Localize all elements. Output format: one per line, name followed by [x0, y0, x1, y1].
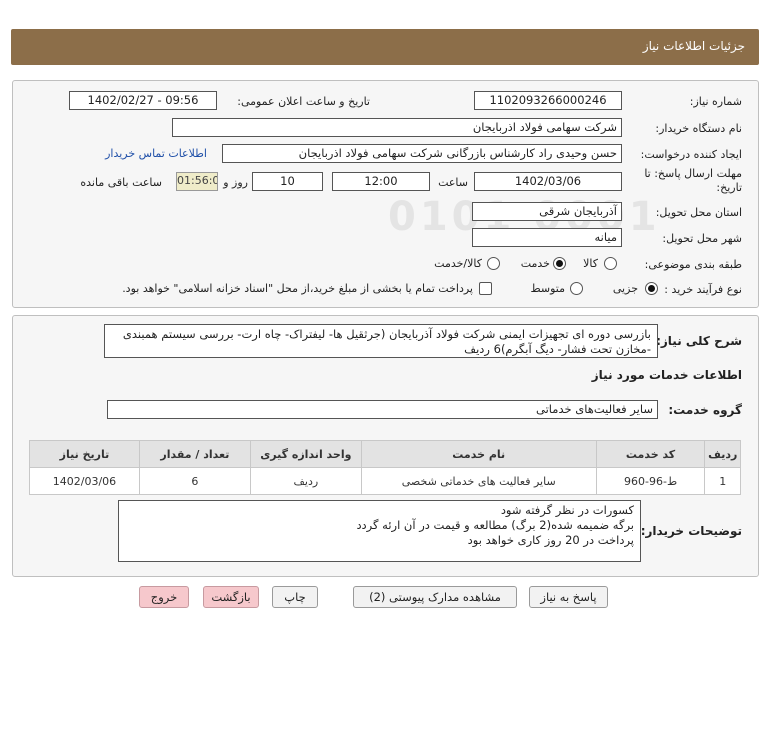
treasury-payment-note: پرداخت تمام یا بخشی از مبلغ خرید،از محل …: [122, 282, 473, 295]
deadline-time-field[interactable]: 12:00: [332, 172, 430, 191]
announce-datetime-field[interactable]: 1402/02/27 - 09:56: [69, 91, 217, 110]
process-radio-medium[interactable]: [570, 282, 583, 295]
remaining-time-field: 01:56:00: [176, 172, 218, 191]
buyer-note-line: برگه ضمیمه شده(2 برگ) مطالعه و قیمت در آ…: [356, 518, 634, 532]
service-group-field[interactable]: سایر فعالیت‌های خدماتی: [107, 400, 658, 419]
category-radio-goods-service[interactable]: [487, 257, 500, 270]
print-button[interactable]: چاپ: [272, 586, 318, 608]
category-option-goods: کالا: [583, 257, 598, 270]
col-need-date: تاریخ نیاز: [29, 440, 140, 468]
cell-service-code: ط-96-960: [595, 467, 706, 495]
creator-field[interactable]: حسن وحیدی راد کارشناس بازرگانی شرکت سهام…: [222, 144, 622, 163]
page-title: جزئیات اطلاعات نیاز: [642, 39, 745, 53]
page-header: جزئیات اطلاعات نیاز: [11, 29, 759, 65]
cell-unit: ردیف: [249, 467, 362, 495]
buyer-note-line: پرداخت در 20 روز کاری خواهد بود: [467, 533, 634, 547]
col-service-name: نام خدمت: [360, 440, 597, 468]
process-option-partial: جزیی: [612, 282, 638, 295]
need-number-label: شماره نیاز:: [689, 95, 742, 108]
cell-service-name: سایر فعالیت های خدماتی شخصی: [360, 467, 597, 495]
province-field[interactable]: آذربایجان شرقی: [472, 202, 622, 221]
days-field[interactable]: 10: [252, 172, 323, 191]
cell-quantity: 6: [138, 467, 251, 495]
deadline-date-field[interactable]: 1402/03/06: [474, 172, 622, 191]
city-field[interactable]: میانه: [472, 228, 622, 247]
col-unit: واحد اندازه گیری: [249, 440, 362, 468]
process-label: نوع فرآیند خرید :: [664, 283, 742, 296]
buyer-notes-label: توضیحات خریدار:: [640, 524, 742, 538]
category-radio-service[interactable]: [553, 257, 566, 270]
buyer-contact-link[interactable]: اطلاعات تماس خریدار: [105, 147, 207, 160]
col-row-number: ردیف: [704, 440, 741, 468]
buyer-org-field[interactable]: شرکت سهامی فولاد اذربایجان: [172, 118, 622, 137]
announce-label: تاریخ و ساعت اعلان عمومی:: [237, 95, 370, 108]
reply-button[interactable]: پاسخ به نیاز: [529, 586, 608, 608]
cell-need-date: 1402/03/06: [29, 467, 140, 495]
buyer-org-label: نام دستگاه خریدار:: [655, 122, 742, 135]
category-option-service: خدمت: [520, 257, 550, 270]
summary-textbox[interactable]: بازرسی دوره ای تجهیزات ایمنی شرکت فولاد …: [104, 324, 658, 358]
services-table: ردیف کد خدمت نام خدمت واحد اندازه گیری ت…: [29, 440, 741, 495]
province-label: استان محل تحویل:: [655, 206, 742, 219]
deadline-label-line2: تاریخ:: [716, 181, 742, 194]
exit-button[interactable]: خروج: [139, 586, 189, 608]
service-group-label: گروه خدمت:: [668, 403, 742, 417]
category-label: طبقه بندی موضوعی:: [644, 258, 742, 271]
view-documents-button[interactable]: مشاهده مدارک پیوستی (2): [353, 586, 517, 608]
deadline-time-label: ساعت: [438, 176, 468, 189]
buyer-note-line: کسورات در نظر گرفته شود: [500, 503, 634, 517]
city-label: شهر محل تحویل:: [662, 232, 742, 245]
table-row: 1 ط-96-960 سایر فعالیت های خدماتی شخصی ر…: [29, 467, 741, 495]
cell-row-number: 1: [704, 467, 741, 495]
deadline-label: مهلت ارسال پاسخ: تا تاریخ:: [644, 167, 742, 195]
days-label: روز و: [223, 176, 248, 189]
deadline-label-line1: مهلت ارسال پاسخ: تا: [644, 167, 742, 180]
remaining-label: ساعت باقی مانده: [80, 176, 162, 189]
category-option-goods-service: کالا/خدمت: [434, 257, 482, 270]
process-option-medium: متوسط: [530, 282, 565, 295]
need-number-field[interactable]: 1102093266000246: [474, 91, 622, 110]
category-radio-goods[interactable]: [604, 257, 617, 270]
services-heading: اطلاعات خدمات مورد نیاز: [591, 368, 742, 382]
col-service-code: کد خدمت: [595, 440, 706, 468]
process-radio-partial[interactable]: [645, 282, 658, 295]
summary-label: شرح کلی نیاز:: [656, 334, 742, 348]
buyer-notes-textbox[interactable]: کسورات در نظر گرفته شود برگه ضمیمه شده(2…: [118, 500, 641, 562]
table-header-row: ردیف کد خدمت نام خدمت واحد اندازه گیری ت…: [29, 440, 741, 468]
col-quantity: تعداد / مقدار: [138, 440, 251, 468]
back-button[interactable]: بازگشت: [203, 586, 259, 608]
treasury-payment-checkbox[interactable]: [479, 282, 492, 295]
creator-label: ایجاد کننده درخواست:: [640, 148, 742, 161]
